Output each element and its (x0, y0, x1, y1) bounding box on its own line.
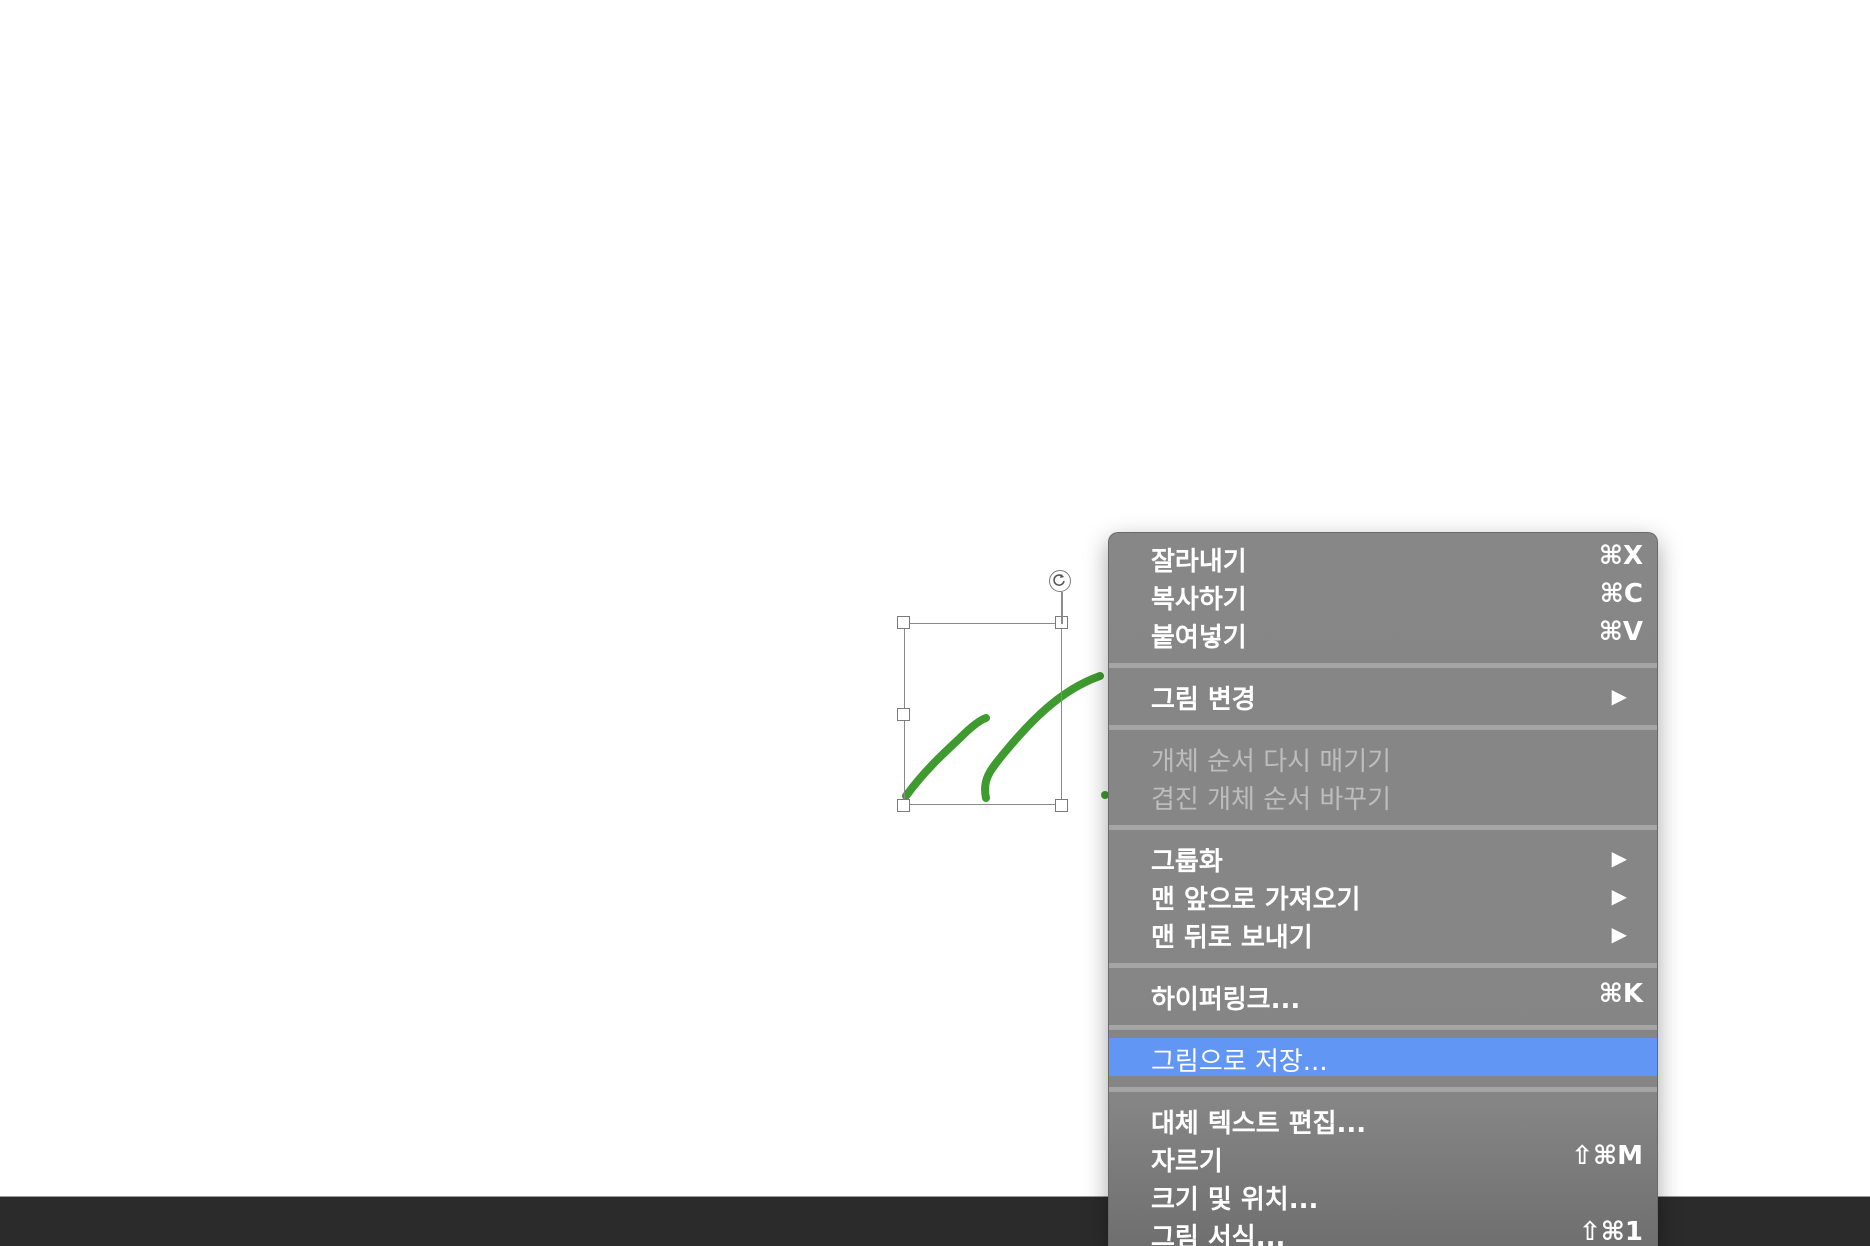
rotate-handle-icon[interactable] (1049, 570, 1071, 592)
menu-item-edit-alt-text[interactable]: 대체 텍스트 편집... (1109, 1100, 1657, 1139)
menu-item-cut[interactable]: 잘라내기 ⌘X (1109, 538, 1657, 577)
menu-item-label: 대체 텍스트 편집... (1151, 1109, 1367, 1139)
menu-item-send-to-back[interactable]: 맨 뒤로 보내기 ▶ (1109, 914, 1657, 953)
shortcut-label: ⇧⌘M (1571, 1141, 1643, 1171)
submenu-arrow-icon: ▶ (1611, 884, 1627, 908)
menu-separator (1109, 1087, 1657, 1092)
submenu-arrow-icon: ▶ (1611, 684, 1627, 708)
menu-item-size-and-position[interactable]: 크기 및 위치... (1109, 1176, 1657, 1215)
menu-item-copy[interactable]: 복사하기 ⌘C (1109, 576, 1657, 615)
menu-item-bring-to-front[interactable]: 맨 앞으로 가져오기 ▶ (1109, 876, 1657, 915)
submenu-arrow-icon: ▶ (1611, 922, 1627, 946)
menu-item-reorder-objects: 개체 순서 다시 매기기 (1109, 738, 1657, 777)
menu-item-label: 그림 서식... (1151, 1223, 1286, 1246)
resize-handle-middle-left[interactable] (897, 708, 910, 721)
menu-item-label: 겹진 개체 순서 바꾸기 (1151, 785, 1392, 815)
menu-item-group[interactable]: 그룹화 ▶ (1109, 838, 1657, 877)
menu-item-label: 크기 및 위치... (1151, 1185, 1319, 1215)
menu-separator (1109, 963, 1657, 968)
menu-separator (1109, 825, 1657, 830)
context-menu: 잘라내기 ⌘X 복사하기 ⌘C 붙여넣기 ⌘V 그림 변경 ▶ 개체 순서 다시… (1108, 532, 1658, 1246)
menu-item-label: 붙여넣기 (1151, 623, 1247, 653)
menu-item-label: 자르기 (1151, 1147, 1223, 1177)
menu-separator (1109, 725, 1657, 730)
rotate-stem (1061, 592, 1063, 624)
resize-handle-top-left[interactable] (897, 616, 910, 629)
menu-item-label: 하이퍼링크... (1151, 985, 1301, 1015)
menu-item-reorder-overlapping: 겹진 개체 순서 바꾸기 (1109, 776, 1657, 815)
menu-item-change-picture[interactable]: 그림 변경 ▶ (1109, 676, 1657, 715)
shortcut-label: ⌘K (1598, 979, 1643, 1009)
menu-item-hyperlink[interactable]: 하이퍼링크... ⌘K (1109, 976, 1657, 1015)
menu-item-label: 개체 순서 다시 매기기 (1151, 747, 1392, 777)
submenu-arrow-icon: ▶ (1611, 846, 1627, 870)
menu-item-crop[interactable]: 자르기 ⇧⌘M (1109, 1138, 1657, 1177)
menu-separator (1109, 663, 1657, 668)
menu-item-label: 복사하기 (1151, 585, 1247, 615)
menu-item-label: 맨 뒤로 보내기 (1151, 923, 1313, 953)
shortcut-label: ⌘C (1599, 579, 1643, 609)
selected-drawing-frame[interactable] (904, 623, 1062, 805)
resize-handle-bottom-left[interactable] (897, 799, 910, 812)
shortcut-label: ⌘V (1598, 617, 1643, 647)
shortcut-label: ⌘X (1598, 541, 1643, 571)
menu-item-label: 맨 앞으로 가져오기 (1151, 885, 1361, 915)
menu-item-label: 그룹화 (1151, 847, 1223, 877)
menu-item-label: 그림 변경 (1151, 685, 1256, 715)
menu-separator (1109, 1025, 1657, 1030)
shortcut-label: ⇧⌘1 (1579, 1217, 1643, 1246)
menu-item-label: 잘라내기 (1151, 547, 1247, 577)
menu-item-label: 그림으로 저장... (1151, 1047, 1328, 1077)
resize-handle-bottom-middle[interactable] (1055, 799, 1068, 812)
menu-item-paste[interactable]: 붙여넣기 ⌘V (1109, 614, 1657, 653)
menu-item-format-picture[interactable]: 그림 서식... ⇧⌘1 (1109, 1214, 1657, 1246)
menu-item-save-as-picture[interactable]: 그림으로 저장... (1109, 1038, 1657, 1077)
